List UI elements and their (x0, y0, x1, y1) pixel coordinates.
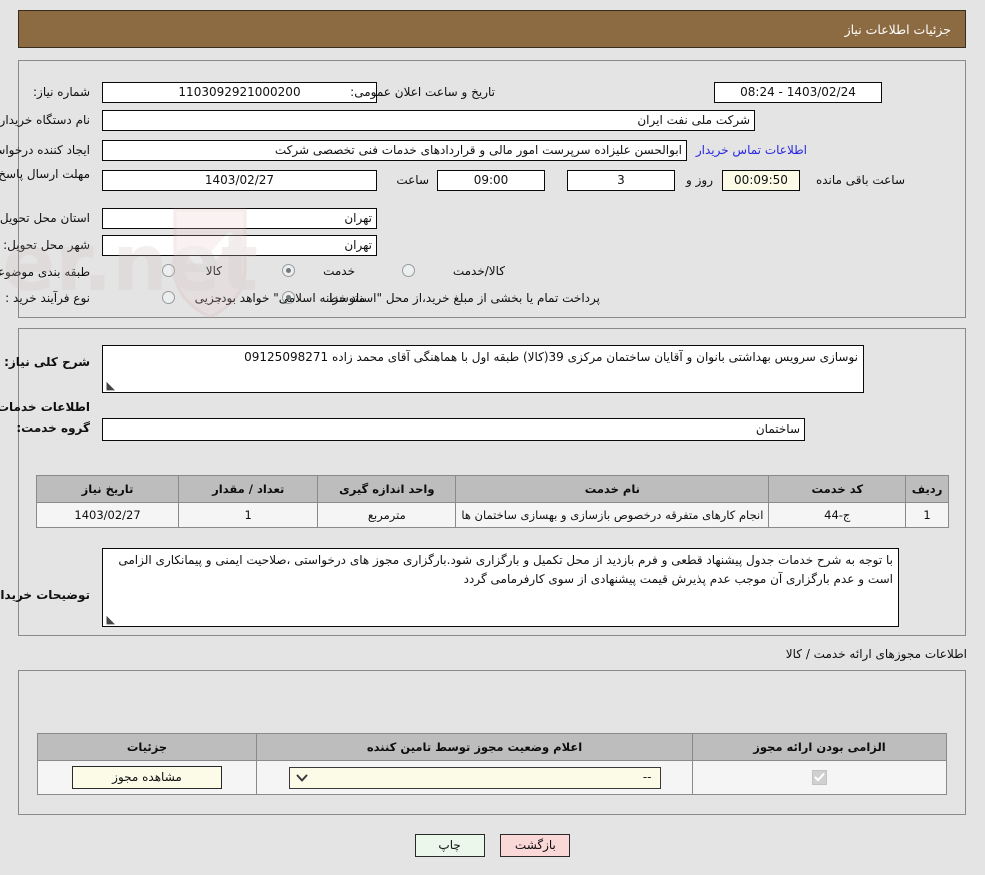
service-group-label: گروه خدمت: (16, 421, 90, 435)
col-service-code: کد خدمت (768, 475, 907, 503)
buyer-notes-value: با توجه به شرح خدمات جدول پیشنهاد قطعی و… (118, 553, 893, 586)
radio-category-khedmat-label: خدمت (323, 264, 355, 278)
city-value: تهران (102, 235, 377, 256)
buyer-notes-textarea[interactable]: با توجه به شرح خدمات جدول پیشنهاد قطعی و… (102, 548, 899, 627)
category-label: طبقه بندی موضوعی: (0, 265, 90, 279)
radio-category-kala-khedmat[interactable] (402, 264, 415, 277)
col-quantity: تعداد / مقدار (178, 475, 319, 503)
col-need-date: تاریخ نیاز (35, 475, 180, 503)
cell-permit-details: مشاهده مجوز (37, 760, 257, 795)
creator-value: ابوالحسن علیزاده سرپرست امور مالی و قرار… (102, 140, 687, 161)
buyer-notes-label: توضیحات خریدار: (0, 588, 90, 602)
general-description-textarea[interactable]: نوسازی سرویس بهداشتی بانوان و آقایان ساخ… (102, 345, 864, 393)
general-description-value: نوسازی سرویس بهداشتی بانوان و آقایان ساخ… (244, 350, 858, 364)
city-label: شهر محل تحویل: (3, 238, 90, 252)
buyer-org-value: شرکت ملی نفت ایران (102, 110, 755, 131)
remaining-days-value: 3 (567, 170, 675, 191)
buyer-contact-link[interactable]: اطلاعات تماس خریدار (696, 143, 807, 157)
cell-quantity: 1 (178, 502, 319, 528)
deadline-label-text: مهلت ارسال پاسخ: تا تاریخ: (0, 167, 90, 181)
permits-table: الزامی بودن ارائه مجوز اعلام وضعیت مجوز … (37, 733, 947, 795)
permits-section-caption: اطلاعات مجوزهای ارائه خدمت / کالا (785, 647, 967, 661)
page-header-bar: جزئیات اطلاعات نیاز (18, 10, 966, 48)
deadline-label: مهلت ارسال پاسخ: تا تاریخ: (0, 167, 90, 181)
resize-grip-icon[interactable]: ◣ (105, 380, 115, 391)
cell-service-code: ج-44 (768, 502, 907, 528)
col-permit-status: اعلام وضعیت مجوز توسط تامین کننده (256, 733, 693, 761)
countdown-label: ساعت باقی مانده (815, 173, 905, 187)
deadline-date-value: 1403/02/27 (102, 170, 377, 191)
cell-permit-status: -- (256, 760, 693, 795)
page-root: جزئیات اطلاعات نیاز AriaTender.net شماره… (0, 0, 985, 875)
cell-unit: مترمربع (317, 502, 457, 528)
radio-category-kala[interactable] (162, 264, 175, 277)
radio-category-kala-label: کالا (205, 264, 222, 278)
need-number-value: 1103092921000200 (102, 82, 377, 103)
cell-service-name: انجام کارهای متفرقه درخصوص بازسازی و بهس… (455, 502, 770, 528)
permit-status-select[interactable]: -- (288, 766, 661, 789)
buyer-org-label: نام دستگاه خریدار: (0, 113, 90, 127)
services-table: ردیف کد خدمت نام خدمت واحد اندازه گیری ت… (35, 475, 949, 528)
footer-button-bar: بازگشت چاپ (0, 834, 985, 857)
province-value: تهران (102, 208, 377, 229)
hour-label: ساعت (396, 173, 429, 187)
col-permit-required: الزامی بودن ارائه مجوز (692, 733, 947, 761)
public-announce-label: تاریخ و ساعت اعلان عمومی: (350, 85, 495, 99)
cell-permit-required (692, 760, 947, 795)
table-row: -- مشاهده مجوز (37, 760, 947, 795)
chevron-down-icon (296, 774, 307, 781)
purchase-type-label: نوع فرآیند خرید : (5, 291, 90, 305)
need-number-label: شماره نیاز: (33, 85, 90, 99)
radio-category-kala-khedmat-label: کالا/خدمت (452, 264, 505, 278)
view-permit-button[interactable]: مشاهده مجوز (72, 766, 222, 789)
general-description-label: شرح کلی نیاز: (4, 355, 90, 369)
permits-table-header-row: الزامی بودن ارائه مجوز اعلام وضعیت مجوز … (37, 733, 947, 761)
days-label: روز و (686, 173, 713, 187)
cell-need-date: 1403/02/27 (35, 502, 180, 528)
radio-purchase-jozei[interactable] (162, 291, 175, 304)
countdown-timer: 00:09:50 (722, 170, 800, 191)
back-button[interactable]: بازگشت (500, 834, 571, 857)
service-group-value: ساختمان (102, 418, 805, 441)
services-section-caption: اطلاعات خدمات مورد نیاز (0, 400, 90, 414)
table-row: 1 ج-44 انجام کارهای متفرقه درخصوص بازساز… (35, 502, 949, 528)
resize-grip-icon[interactable]: ◣ (105, 614, 115, 625)
creator-label: ایجاد کننده درخواست: (0, 143, 90, 157)
permit-required-checkbox[interactable] (812, 770, 827, 785)
col-service-name: نام خدمت (455, 475, 770, 503)
permit-status-selected-value: -- (642, 769, 652, 784)
province-label: استان محل تحویل: (0, 211, 90, 225)
print-button[interactable]: چاپ (414, 834, 485, 857)
check-icon (814, 773, 825, 782)
services-table-header-row: ردیف کد خدمت نام خدمت واحد اندازه گیری ت… (35, 475, 949, 503)
cell-row-no: 1 (905, 502, 949, 528)
col-unit: واحد اندازه گیری (317, 475, 457, 503)
col-permit-details: جزئیات (37, 733, 257, 761)
page-title: جزئیات اطلاعات نیاز (844, 22, 951, 37)
public-announce-value: 1403/02/24 - 08:24 (714, 82, 882, 103)
radio-category-khedmat[interactable] (282, 264, 295, 277)
col-row-no: ردیف (905, 475, 949, 503)
deadline-time-value: 09:00 (437, 170, 545, 191)
payment-note: پرداخت تمام یا بخشی از مبلغ خرید،از محل … (217, 291, 600, 305)
